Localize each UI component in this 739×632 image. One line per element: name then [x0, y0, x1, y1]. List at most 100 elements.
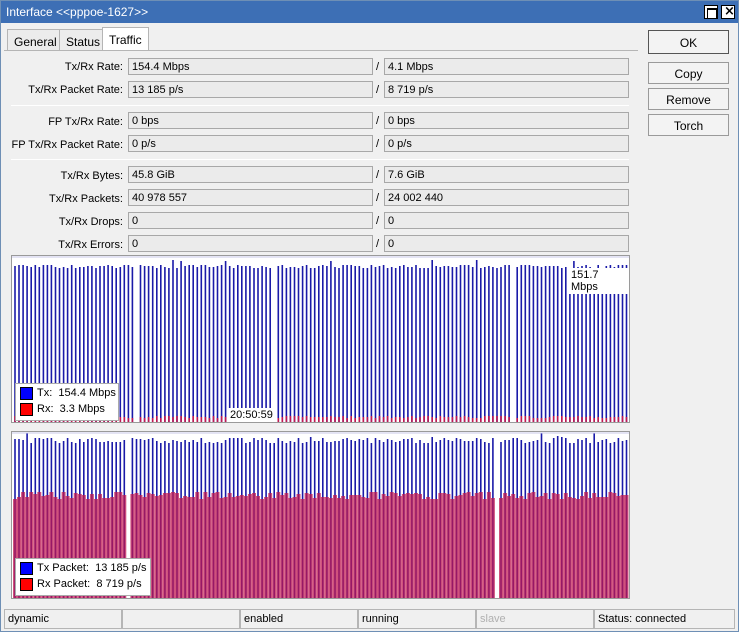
rx-bar: [337, 498, 341, 598]
rx-packet-rate-field[interactable]: 8 719 p/s: [384, 81, 629, 98]
status-enabled: enabled: [240, 609, 358, 629]
rx-bytes-field[interactable]: 7.6 GiB: [384, 166, 629, 183]
rx-bar: [401, 494, 406, 598]
rx-bar: [426, 497, 431, 598]
separator-slash: /: [376, 84, 380, 96]
tab-general-label: General: [14, 35, 57, 49]
rx-rate-field[interactable]: 4.1 Mbps: [384, 58, 629, 75]
fp-rx-rate-field[interactable]: 0 bps: [384, 112, 629, 129]
rx-bar: [418, 494, 422, 598]
rx-bar: [365, 498, 370, 598]
legend-rx-packet-label: Rx Packet:: [37, 578, 91, 590]
rx-bar: [385, 496, 390, 598]
tx-packet-rate-field[interactable]: 13 185 p/s: [128, 81, 373, 98]
tx-drops-field[interactable]: 0: [128, 212, 373, 229]
close-button[interactable]: ×: [721, 4, 735, 19]
ok-button[interactable]: OK: [648, 30, 729, 54]
rx-bar: [284, 493, 289, 598]
rx-bar: [608, 492, 613, 598]
separator-slash: /: [376, 215, 380, 227]
rx-bar: [543, 493, 548, 598]
rx-bar: [409, 494, 414, 598]
rx-drops-field[interactable]: 0: [384, 212, 629, 229]
fp-txrx-rate-label: FP Tx/Rx Rate:: [48, 116, 123, 128]
tx-rate-field[interactable]: 154.4 Mbps: [128, 58, 373, 75]
tab-general[interactable]: General: [7, 29, 64, 50]
legend-tx-packet-label: Tx Packet:: [37, 562, 89, 574]
fp-tx-packet-rate-field[interactable]: 0 p/s: [128, 135, 373, 152]
tab-status[interactable]: Status: [59, 29, 108, 50]
rx-bar: [531, 492, 536, 598]
fp-rx-packet-rate-field[interactable]: 0 p/s: [384, 135, 629, 152]
rx-bar: [596, 497, 601, 598]
tx-packet-color-swatch: [20, 562, 33, 575]
rx-bar: [466, 492, 471, 598]
rx-packets-field[interactable]: 24 002 440: [384, 189, 629, 206]
rx-bar: [499, 498, 503, 598]
legend-rx: Rx: 3.3 Mbps: [20, 402, 114, 418]
status-bar: dynamic enabled running slave Status: co…: [4, 609, 735, 629]
rx-bar: [247, 494, 252, 598]
rx-bar: [422, 499, 427, 598]
rx-errors-field[interactable]: 0: [384, 235, 629, 252]
rx-bar: [296, 494, 301, 598]
rx-bar: [179, 498, 184, 598]
rx-bar: [430, 499, 435, 598]
rx-bar: [203, 492, 208, 598]
rx-color-swatch: [20, 403, 33, 416]
legend-tx-packet: Tx Packet: 13 185 p/s: [20, 561, 146, 577]
rx-bar: [535, 497, 540, 598]
rx-bar: [207, 497, 212, 598]
separator-slash: /: [376, 115, 380, 127]
rx-bar: [239, 495, 244, 598]
remove-button[interactable]: Remove: [648, 88, 729, 110]
rx-bar: [434, 499, 439, 598]
rx-bar: [624, 495, 629, 598]
rx-bar: [183, 496, 188, 598]
rx-bar: [312, 498, 317, 598]
rx-bar: [393, 493, 398, 598]
fp-txrx-packet-rate-label: FP Tx/Rx Packet Rate:: [11, 139, 123, 151]
rx-bar: [559, 499, 564, 598]
rx-bar: [252, 493, 256, 598]
rx-bar: [341, 496, 346, 598]
window-title: Interface <<pppoe-1627>>: [6, 5, 149, 19]
rx-bar: [369, 492, 374, 598]
legend-rx-value: 3.3 Mbps: [59, 403, 105, 415]
rx-bar: [523, 499, 528, 598]
rx-bar: [191, 497, 196, 598]
rx-bar: [361, 497, 366, 598]
separator-slash: /: [376, 169, 380, 181]
tab-traffic-label: Traffic: [109, 33, 142, 47]
torch-button[interactable]: Torch: [648, 114, 729, 136]
rx-bar: [357, 495, 362, 598]
rx-bar: [308, 494, 313, 598]
rx-bar: [592, 493, 597, 598]
tx-packets-field[interactable]: 40 978 557: [128, 189, 373, 206]
rx-bar: [304, 493, 309, 598]
rx-bar: [389, 492, 394, 598]
separator-slash: /: [376, 192, 380, 204]
rx-bar: [166, 493, 171, 598]
rx-bar: [438, 493, 443, 598]
title-bar[interactable]: Interface <<pppoe-1627>> ×: [1, 1, 738, 23]
rx-bar: [349, 495, 354, 598]
section-divider: [11, 105, 629, 106]
fp-tx-rate-field[interactable]: 0 bps: [128, 112, 373, 129]
txrx-packets-label: Tx/Rx Packets:: [49, 193, 123, 205]
legend-tx-label: Tx:: [37, 387, 53, 399]
tx-errors-field[interactable]: 0: [128, 235, 373, 252]
rx-bar: [503, 493, 508, 598]
tx-bytes-field[interactable]: 45.8 GiB: [128, 166, 373, 183]
rx-bar: [576, 499, 580, 598]
maximize-button[interactable]: [704, 5, 718, 19]
status-connected: Status: connected: [594, 609, 735, 629]
rx-bar: [604, 497, 609, 598]
copy-button[interactable]: Copy: [648, 62, 729, 84]
peak-label: 151.7 Mbps: [569, 268, 629, 294]
rx-bar: [171, 492, 175, 598]
tab-traffic[interactable]: Traffic: [102, 27, 149, 51]
rx-bar: [551, 493, 556, 598]
rx-bar: [320, 497, 325, 598]
rx-bar: [397, 496, 402, 598]
